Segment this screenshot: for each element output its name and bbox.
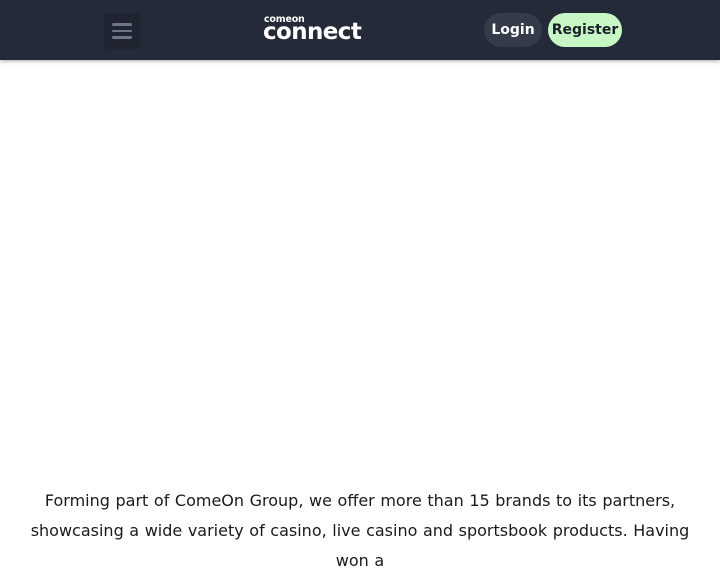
register-button[interactable]: Register xyxy=(548,13,622,47)
menu-bar xyxy=(112,23,132,26)
login-button[interactable]: Login xyxy=(484,13,542,47)
intro-paragraph: Forming part of ComeOn Group, we offer m… xyxy=(30,491,690,570)
hamburger-menu-icon[interactable] xyxy=(104,13,140,49)
top-header: comeon connect Login Register xyxy=(0,0,720,60)
menu-bar xyxy=(112,29,132,33)
comeon-connect-logo[interactable]: comeon connect xyxy=(263,15,364,47)
logo-large-text: connect xyxy=(263,19,362,45)
menu-bar xyxy=(112,36,132,39)
